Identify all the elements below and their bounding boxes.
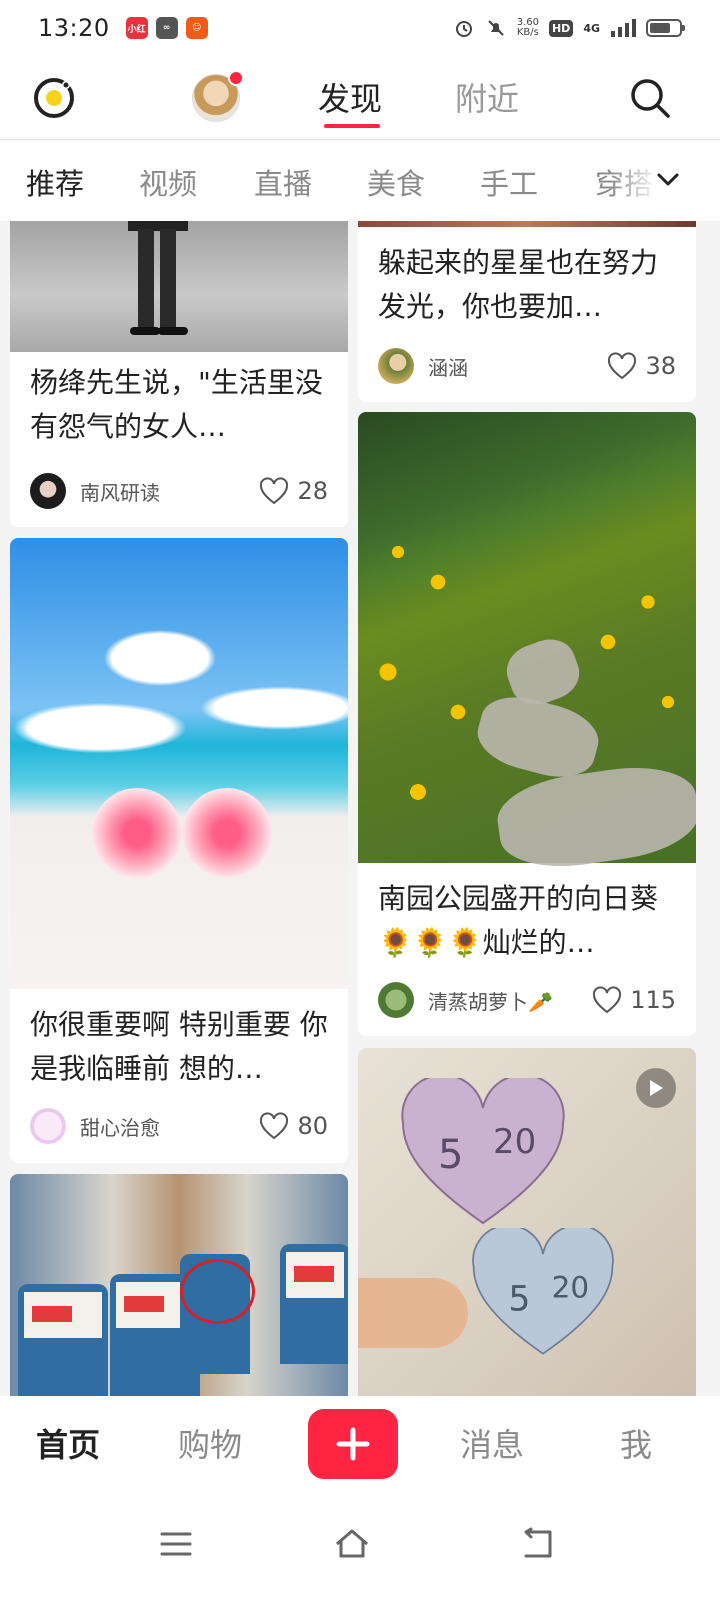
note-card[interactable]: [10, 1174, 348, 1396]
tab-messages[interactable]: 消息: [460, 1420, 524, 1466]
signal-icon: [611, 19, 636, 37]
play-icon: [650, 1080, 663, 1096]
note-title: 南园公园盛开的向日葵🌻🌻🌻灿烂的…: [378, 882, 659, 959]
heart-icon: [260, 1112, 289, 1140]
feed[interactable]: 杨绛先生说，"生活里没有怨气的女人… 南风研读 28 你很重要啊 特别重要 你是…: [0, 221, 720, 1396]
category-live[interactable]: 直播: [254, 161, 312, 203]
net-speed: 3.60 KB/s: [516, 17, 539, 38]
signal-label: 4G: [583, 21, 600, 35]
like-count: 38: [645, 352, 676, 380]
note-author-row: 清蒸胡萝卜🥕 115: [378, 980, 676, 1020]
tab-home[interactable]: 首页: [36, 1420, 100, 1466]
author-avatar[interactable]: [30, 1108, 66, 1144]
like-count: 28: [297, 477, 328, 505]
like-button[interactable]: 115: [592, 986, 676, 1014]
note-author-row: 南风研读 28: [30, 471, 328, 511]
status-time: 13:20: [38, 14, 110, 42]
note-title: 杨绛先生说，"生活里没有怨气的女人…: [30, 366, 323, 443]
note-image: 5 20 5 20: [358, 1048, 696, 1396]
user-avatar-button[interactable]: [192, 70, 244, 122]
mute-icon: [487, 20, 504, 36]
author-avatar[interactable]: [30, 473, 66, 509]
category-food[interactable]: 美食: [367, 161, 425, 203]
note-image: [358, 412, 696, 876]
note-author-row: 甜心治愈 80: [30, 1106, 328, 1146]
svg-text:5: 5: [438, 1132, 463, 1178]
note-image: [10, 1174, 348, 1396]
category-handcraft[interactable]: 手工: [480, 161, 538, 203]
heart-icon: [608, 352, 637, 380]
author-name[interactable]: 涵涵: [428, 352, 468, 381]
add-post-button[interactable]: [308, 1409, 398, 1479]
note-image: [358, 221, 696, 227]
active-tab-indicator: [324, 124, 380, 128]
note-card[interactable]: 南园公园盛开的向日葵🌻🌻🌻灿烂的… 清蒸胡萝卜🥕 115: [358, 412, 696, 1036]
status-indicators: 3.60 KB/s HD 4G: [453, 17, 685, 39]
top-nav: 发现 附近: [0, 56, 720, 140]
note-author-row: 涵涵 38: [378, 346, 676, 386]
tab-me[interactable]: 我: [620, 1420, 652, 1466]
note-card[interactable]: 5 20 5 20: [358, 1048, 696, 1396]
plus-icon: [336, 1427, 370, 1461]
money-heart-image: 5 20: [401, 1078, 565, 1225]
note-image: [10, 538, 348, 989]
bottom-tab-bar: 首页 购物 消息 我: [0, 1396, 720, 1492]
like-count: 80: [297, 1112, 328, 1140]
hd-badge: HD: [548, 19, 574, 37]
notification-dot: [228, 70, 244, 86]
menu-icon[interactable]: [156, 1524, 196, 1564]
note-card[interactable]: 杨绛先生说，"生活里没有怨气的女人… 南风研读 28: [10, 221, 348, 527]
video-badge: [636, 1068, 676, 1108]
note-card[interactable]: 你很重要啊 特别重要 你是我临睡前 想的… 甜心治愈 80: [10, 538, 348, 1163]
category-video[interactable]: 视频: [139, 161, 197, 203]
tab-discover[interactable]: 发现: [318, 74, 382, 120]
author-name[interactable]: 清蒸胡萝卜🥕: [428, 986, 553, 1015]
search-icon[interactable]: [628, 76, 672, 120]
money-heart-image: 5 20: [472, 1228, 614, 1355]
author-avatar[interactable]: [378, 982, 414, 1018]
author-avatar[interactable]: [378, 348, 414, 384]
svg-text:20: 20: [493, 1122, 536, 1162]
like-button[interactable]: 80: [259, 1112, 328, 1140]
note-title: 你很重要啊 特别重要 你是我临睡前 想的…: [30, 1008, 328, 1085]
chevron-down-icon[interactable]: [652, 163, 684, 195]
note-image: [10, 221, 348, 352]
live-icon[interactable]: [32, 76, 76, 120]
like-count: 115: [630, 986, 676, 1014]
system-navigation: [0, 1492, 720, 1600]
app-icon-1: 小红: [125, 17, 148, 39]
like-button[interactable]: 38: [607, 352, 676, 380]
note-title: 躲起来的星星也在努力发光，你也要加…: [378, 246, 659, 323]
tab-nearby[interactable]: 附近: [455, 74, 519, 120]
like-button[interactable]: 28: [259, 477, 328, 505]
app-icon-2: ∞: [155, 17, 178, 39]
heart-decoration: [182, 788, 272, 878]
alarm-icon: [455, 21, 472, 37]
svg-text:5: 5: [508, 1279, 530, 1319]
note-card[interactable]: 躲起来的星星也在努力发光，你也要加… 涵涵 38: [358, 221, 696, 402]
category-recommend[interactable]: 推荐: [26, 161, 84, 203]
author-name[interactable]: 南风研读: [80, 477, 160, 506]
heart-decoration: [92, 788, 182, 878]
heart-icon: [260, 477, 289, 505]
heart-icon: [593, 986, 622, 1014]
app-icon-3: ☺: [185, 17, 208, 39]
battery-icon: [646, 19, 685, 37]
category-bar: 推荐 视频 直播 美食 手工 穿搭: [0, 141, 720, 221]
tab-shopping[interactable]: 购物: [178, 1420, 242, 1466]
status-bar: 13:20 小红 ∞ ☺ 3.60 KB/s HD 4G: [0, 0, 720, 56]
author-name[interactable]: 甜心治愈: [80, 1112, 160, 1141]
home-icon[interactable]: [332, 1524, 372, 1564]
status-app-icons: 小红 ∞ ☺: [125, 17, 208, 39]
back-icon[interactable]: [518, 1524, 558, 1564]
svg-text:20: 20: [552, 1270, 589, 1304]
